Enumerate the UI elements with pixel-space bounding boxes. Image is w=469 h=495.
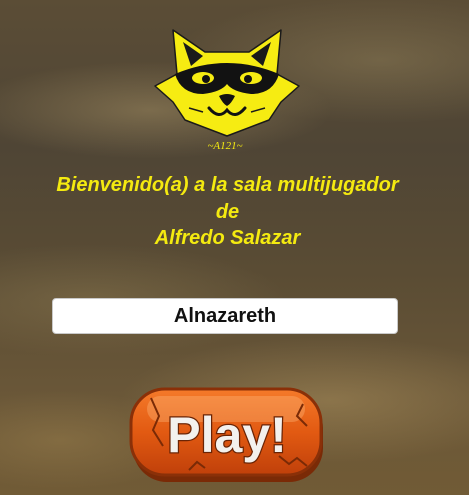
play-button[interactable]: Play!	[129, 386, 326, 486]
raccoon-face-icon	[154, 29, 300, 137]
welcome-message: Bienvenido(a) a la sala multijugador de …	[0, 172, 455, 252]
welcome-line-3: Alfredo Salazar	[154, 227, 301, 249]
raccoon-logo	[153, 22, 301, 140]
logo-signature: ~A121~	[207, 140, 243, 152]
play-button-label: Play!	[167, 407, 287, 463]
player-name-input[interactable]	[52, 298, 398, 334]
welcome-line-2: de	[215, 200, 240, 223]
welcome-line-1: Bienvenido(a) a la sala multijugador	[56, 174, 399, 196]
